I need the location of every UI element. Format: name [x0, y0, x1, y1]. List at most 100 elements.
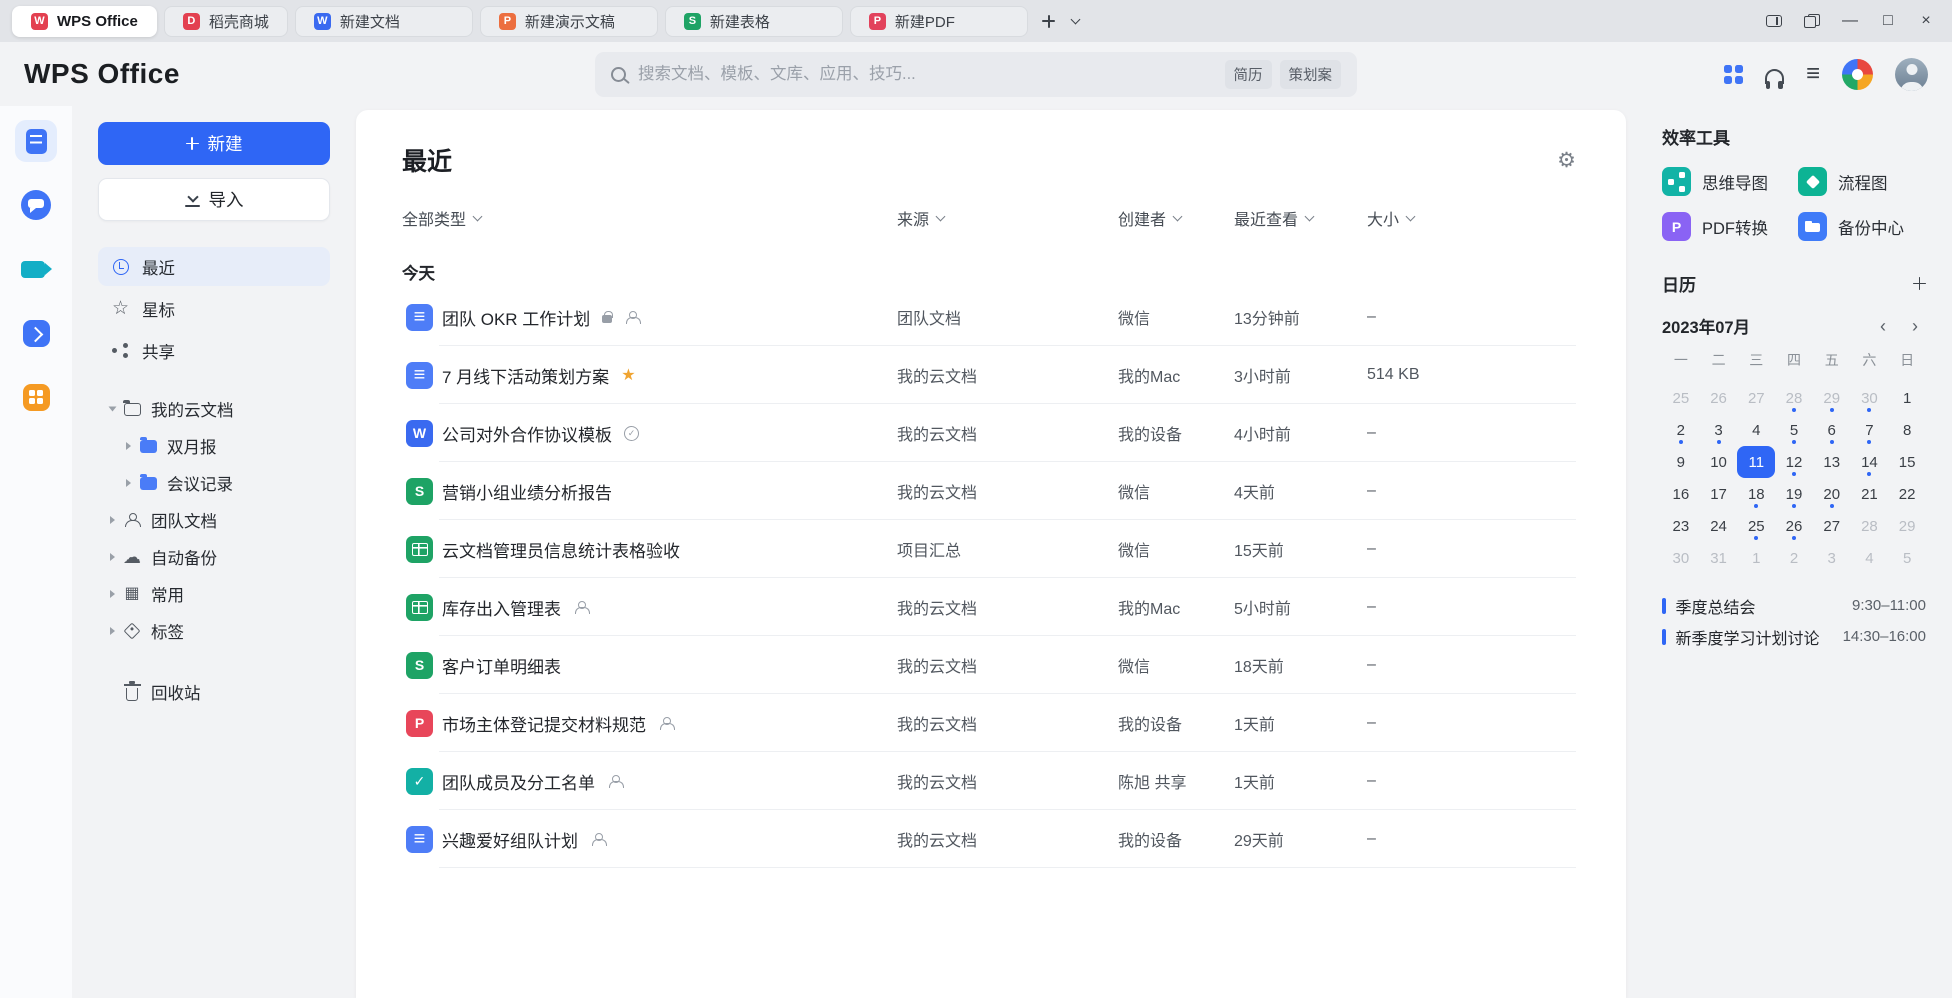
- split-view-button[interactable]: [1756, 5, 1792, 37]
- file-row[interactable]: 团队 OKR 工作计划 团队文档 微信 13分钟前 –: [402, 288, 1576, 346]
- document-tab[interactable]: 新建文档: [295, 6, 473, 37]
- calendar-day[interactable]: 17: [1700, 478, 1738, 510]
- event-row[interactable]: 季度总结会 9:30–11:00: [1662, 590, 1926, 621]
- calendar-day[interactable]: 4: [1737, 414, 1775, 446]
- calendar-day[interactable]: 30: [1851, 382, 1889, 414]
- support-headset-icon[interactable]: [1765, 69, 1784, 84]
- workspace-button[interactable]: [1794, 5, 1830, 37]
- trash-item[interactable]: 回收站: [98, 673, 330, 710]
- calendar-day[interactable]: 3: [1700, 414, 1738, 446]
- calendar-day[interactable]: 21: [1851, 478, 1889, 510]
- calendar-day[interactable]: 8: [1888, 414, 1926, 446]
- calendar-day[interactable]: 22: [1888, 478, 1926, 510]
- rail-apps-button[interactable]: [15, 376, 57, 418]
- file-row[interactable]: 公司对外合作协议模板 我的云文档 我的设备 4小时前 –: [402, 404, 1576, 462]
- calendar-day[interactable]: 7: [1851, 414, 1889, 446]
- tree-item[interactable]: 标签: [98, 612, 330, 649]
- document-tab[interactable]: 稻壳商城: [164, 6, 288, 37]
- expand-chevron-icon[interactable]: [104, 627, 120, 635]
- new-document-button[interactable]: 新建: [98, 122, 330, 165]
- document-tab[interactable]: 新建表格: [665, 6, 843, 37]
- search-tag[interactable]: 简历: [1225, 60, 1272, 89]
- calendar-day[interactable]: 4: [1851, 542, 1889, 574]
- calendar-day[interactable]: 26: [1775, 510, 1813, 542]
- calendar-day[interactable]: 13: [1813, 446, 1851, 478]
- new-tab-button[interactable]: [1035, 7, 1063, 35]
- tree-item[interactable]: 自动备份: [98, 538, 330, 575]
- filter-dropdown[interactable]: 全部类型: [402, 206, 481, 230]
- tree-item[interactable]: 团队文档: [98, 501, 330, 538]
- calendar-day[interactable]: 5: [1775, 414, 1813, 446]
- member-center-icon[interactable]: [1842, 59, 1873, 90]
- calendar-day[interactable]: 9: [1662, 446, 1700, 478]
- calendar-day[interactable]: 29: [1813, 382, 1851, 414]
- rail-docs-button[interactable]: [15, 120, 57, 162]
- calendar-day[interactable]: 2: [1662, 414, 1700, 446]
- search-bar[interactable]: 简历策划案: [595, 52, 1357, 97]
- expand-chevron-icon[interactable]: [104, 590, 120, 598]
- calendar-day[interactable]: 10: [1700, 446, 1738, 478]
- calendar-prev-button[interactable]: ‹: [1872, 315, 1894, 337]
- import-button[interactable]: 导入: [98, 178, 330, 221]
- filter-dropdown[interactable]: 来源: [897, 206, 944, 230]
- tree-item[interactable]: 双月报: [98, 427, 330, 464]
- settings-gear-button[interactable]: ⚙: [1557, 150, 1576, 171]
- nav-item[interactable]: 最近: [98, 247, 330, 286]
- apps-grid-icon[interactable]: [1724, 65, 1743, 84]
- calendar-day[interactable]: 5: [1888, 542, 1926, 574]
- tree-item[interactable]: 常用: [98, 575, 330, 612]
- file-row[interactable]: 7 月线下活动策划方案 我的云文档 我的Mac 3小时前 514 KB: [402, 346, 1576, 404]
- document-tab[interactable]: 新建PDF: [850, 6, 1028, 37]
- add-event-button[interactable]: [1913, 277, 1926, 290]
- tool-item[interactable]: 备份中心: [1798, 212, 1926, 241]
- expand-chevron-icon[interactable]: [104, 405, 120, 413]
- calendar-day[interactable]: 27: [1813, 510, 1851, 542]
- calendar-day[interactable]: 29: [1888, 510, 1926, 542]
- expand-chevron-icon[interactable]: [120, 479, 136, 487]
- calendar-day[interactable]: 15: [1888, 446, 1926, 478]
- file-row[interactable]: 市场主体登记提交材料规范 我的云文档 我的设备 1天前 –: [402, 694, 1576, 752]
- calendar-day[interactable]: 3: [1813, 542, 1851, 574]
- calendar-day[interactable]: 23: [1662, 510, 1700, 542]
- calendar-day[interactable]: 30: [1662, 542, 1700, 574]
- calendar-day[interactable]: 27: [1737, 382, 1775, 414]
- calendar-day[interactable]: 31: [1700, 542, 1738, 574]
- calendar-day[interactable]: 28: [1775, 382, 1813, 414]
- document-tab[interactable]: WPS Office: [12, 6, 157, 37]
- calendar-day[interactable]: 12: [1775, 446, 1813, 478]
- calendar-day[interactable]: 14: [1851, 446, 1889, 478]
- calendar-day[interactable]: 28: [1851, 510, 1889, 542]
- rail-meeting-button[interactable]: [15, 248, 57, 290]
- calendar-day[interactable]: 20: [1813, 478, 1851, 510]
- calendar-next-button[interactable]: ›: [1904, 315, 1926, 337]
- calendar-day[interactable]: 1: [1888, 382, 1926, 414]
- calendar-day[interactable]: 2: [1775, 542, 1813, 574]
- calendar-day[interactable]: 26: [1700, 382, 1738, 414]
- filter-dropdown[interactable]: 最近查看: [1234, 206, 1313, 230]
- calendar-day[interactable]: 1: [1737, 542, 1775, 574]
- expand-chevron-icon[interactable]: [120, 442, 136, 450]
- calendar-day[interactable]: 24: [1700, 510, 1738, 542]
- filter-dropdown[interactable]: 大小: [1367, 206, 1414, 230]
- rail-transfer-button[interactable]: [15, 312, 57, 354]
- search-input[interactable]: [636, 64, 1225, 85]
- calendar-day[interactable]: 18: [1737, 478, 1775, 510]
- tool-item[interactable]: 流程图: [1798, 167, 1926, 196]
- tree-item[interactable]: 我的云文档: [98, 390, 330, 427]
- event-row[interactable]: 新季度学习计划讨论 14:30–16:00: [1662, 621, 1926, 652]
- search-tag[interactable]: 策划案: [1280, 60, 1342, 89]
- calendar-day[interactable]: 11: [1737, 446, 1775, 478]
- rail-chat-button[interactable]: [15, 184, 57, 226]
- menu-icon[interactable]: ≡: [1806, 62, 1820, 86]
- nav-item[interactable]: 星标: [98, 289, 330, 328]
- calendar-day[interactable]: 16: [1662, 478, 1700, 510]
- calendar-day[interactable]: 19: [1775, 478, 1813, 510]
- file-row[interactable]: 兴趣爱好组队计划 我的云文档 我的设备 29天前 –: [402, 810, 1576, 868]
- file-row[interactable]: 团队成员及分工名单 我的云文档 陈旭 共享 1天前 –: [402, 752, 1576, 810]
- close-button[interactable]: ×: [1908, 5, 1944, 37]
- nav-item[interactable]: 共享: [98, 331, 330, 370]
- document-tab[interactable]: 新建演示文稿: [480, 6, 658, 37]
- minimize-button[interactable]: —: [1832, 5, 1868, 37]
- tool-item[interactable]: 思维导图: [1662, 167, 1790, 196]
- calendar-day[interactable]: 6: [1813, 414, 1851, 446]
